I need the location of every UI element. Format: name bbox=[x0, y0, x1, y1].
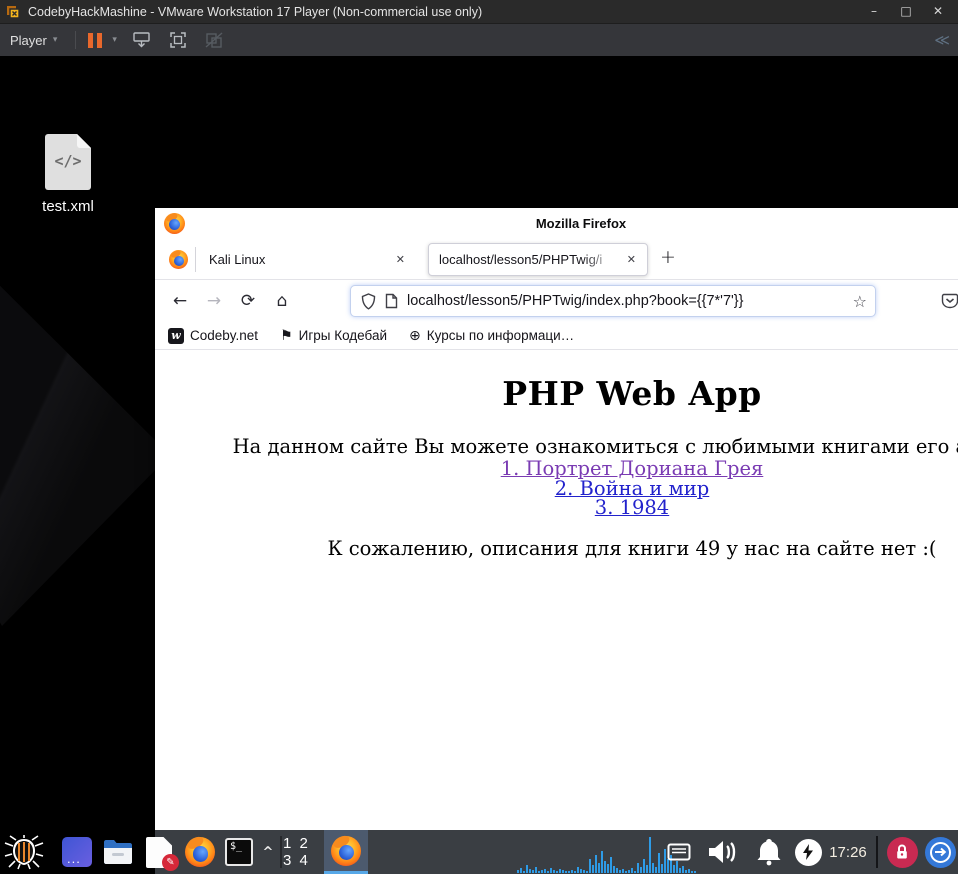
firefox-launcher-button[interactable] bbox=[181, 830, 219, 874]
desktop-file-test-xml[interactable]: </> test.xml bbox=[18, 134, 118, 215]
terminal-icon: $_ bbox=[225, 838, 253, 866]
file-manager-button[interactable] bbox=[99, 830, 137, 874]
bookmark-codeby-net[interactable]: w Codeby.net bbox=[168, 327, 258, 344]
tab-localhost-active[interactable]: localhost/lesson5/PHPTwig/i ✕ bbox=[428, 243, 648, 276]
workspace-switcher[interactable]: 1 2 3 4 bbox=[283, 830, 323, 874]
bookmark-star-icon[interactable]: ☆ bbox=[853, 292, 867, 311]
taskbar-firefox-window-button[interactable] bbox=[324, 830, 368, 874]
firefox-logo-icon bbox=[164, 213, 185, 234]
panel-divider bbox=[876, 836, 878, 868]
bookmark-kursy[interactable]: ⊕ Курсы по информаци… bbox=[409, 328, 574, 344]
pocket-save-icon[interactable] bbox=[941, 292, 958, 315]
globe-icon: ⊕ bbox=[409, 327, 421, 344]
maximize-button[interactable]: □ bbox=[890, 0, 922, 23]
text-editor-icon: ✎ bbox=[146, 836, 179, 871]
page-intro-text: На данном сайте Вы можете ознакомиться с… bbox=[232, 435, 958, 458]
notifications-tray-icon[interactable] bbox=[748, 830, 790, 874]
tab-kali-linux[interactable]: Kali Linux ✕ bbox=[196, 239, 420, 279]
firefox-window: Mozilla Firefox Kali Linux ✕ localhost/l… bbox=[155, 208, 958, 874]
home-button[interactable]: ⌂ bbox=[265, 291, 299, 311]
book-link-2[interactable]: 2. Война и мир bbox=[155, 478, 958, 499]
vmware-player-window: CodebyHackMashine - VMware Workstation 1… bbox=[0, 0, 958, 874]
url-bar[interactable]: localhost/lesson5/PHPTwig/index.php?book… bbox=[350, 285, 876, 317]
pause-icon bbox=[88, 32, 103, 48]
bell-icon bbox=[757, 839, 781, 866]
firefox-titlebar[interactable]: Mozilla Firefox bbox=[155, 208, 958, 239]
display-settings-tray-icon[interactable] bbox=[664, 830, 694, 874]
app-launcher-button[interactable]: ... bbox=[58, 830, 96, 874]
back-button[interactable]: ← bbox=[163, 291, 197, 311]
desktop-file-label: test.xml bbox=[42, 198, 94, 215]
page-error-message: К сожалению, описания для книги 49 у нас… bbox=[327, 536, 937, 560]
window-title: CodebyHackMashine - VMware Workstation 1… bbox=[28, 4, 483, 19]
bookmarks-toolbar: w Codeby.net ⚑ Игры Кодебай ⊕ Курсы по и… bbox=[155, 322, 958, 350]
kali-dragon-icon bbox=[4, 835, 44, 870]
chevron-down-icon: ▾ bbox=[52, 35, 58, 45]
vmware-toolbar: Player ▾ ▾ ≪ bbox=[0, 23, 958, 56]
volume-tray-icon[interactable] bbox=[700, 830, 746, 874]
new-tab-button[interactable]: + bbox=[660, 246, 676, 268]
chevron-up-icon: ^ bbox=[262, 844, 274, 860]
shield-permissions-icon[interactable] bbox=[361, 292, 376, 310]
logout-button[interactable] bbox=[922, 830, 958, 874]
firefox-pinned-icon bbox=[169, 250, 188, 269]
firefox-logo-icon bbox=[185, 837, 215, 867]
minimize-button[interactable]: – bbox=[858, 0, 890, 23]
text-editor-button[interactable]: ✎ bbox=[140, 830, 179, 874]
suspend-dropdown-caret[interactable]: ▾ bbox=[112, 35, 117, 45]
logout-arrow-icon bbox=[924, 836, 956, 868]
page-info-icon[interactable] bbox=[385, 293, 398, 309]
close-button[interactable]: ✕ bbox=[922, 0, 954, 23]
kali-taskbar: ... ✎ $_ ^ 1 2 3 4 17:26 bbox=[0, 830, 958, 874]
book-link-3[interactable]: 3. 1984 bbox=[155, 498, 958, 518]
panel-divider bbox=[280, 836, 282, 868]
forward-button[interactable]: → bbox=[197, 291, 231, 311]
pencil-badge-icon: ✎ bbox=[162, 853, 179, 871]
clock[interactable]: 17:26 bbox=[824, 830, 872, 874]
power-bolt-icon bbox=[794, 838, 822, 866]
lock-screen-button[interactable] bbox=[884, 830, 920, 874]
page-title: PHP Web App bbox=[502, 374, 762, 413]
fullscreen-button[interactable] bbox=[167, 30, 189, 50]
close-tab-icon[interactable]: ✕ bbox=[622, 250, 641, 269]
book-links-list: 1. Портрет Дориана Грея 2. Война и мир 3… bbox=[155, 459, 958, 518]
close-tab-icon[interactable]: ✕ bbox=[391, 250, 410, 269]
player-menu-button[interactable]: Player ▾ bbox=[0, 24, 67, 56]
firefox-logo-icon bbox=[331, 835, 361, 866]
suspend-vm-button[interactable] bbox=[84, 32, 106, 48]
unity-mode-button-disabled bbox=[203, 30, 225, 50]
vm-desktop: </> test.xml Mozilla Firefox Kali Linux … bbox=[0, 56, 958, 874]
reload-button[interactable]: ⟳ bbox=[231, 291, 265, 311]
panel-expand-button[interactable]: ^ bbox=[257, 830, 279, 874]
kali-menu-button[interactable] bbox=[0, 830, 48, 874]
firefox-window-title: Mozilla Firefox bbox=[535, 216, 627, 231]
firefox-nav-bar: ← → ⟳ ⌂ localhost/lesson5/PHPTwig/index.… bbox=[155, 280, 958, 322]
collapse-toolbar-button[interactable]: ≪ bbox=[934, 31, 950, 49]
wallpaper-shape bbox=[0, 246, 170, 626]
bookmark-igry-kodebay[interactable]: ⚑ Игры Кодебай bbox=[280, 328, 387, 344]
lock-icon bbox=[886, 836, 918, 868]
send-ctrl-alt-del-button[interactable] bbox=[131, 30, 153, 50]
vmware-logo-icon bbox=[7, 5, 20, 19]
vmware-titlebar: CodebyHackMashine - VMware Workstation 1… bbox=[0, 0, 958, 23]
url-input[interactable]: localhost/lesson5/PHPTwig/index.php?book… bbox=[407, 293, 853, 309]
power-manager-tray-icon[interactable] bbox=[791, 830, 825, 874]
app-launcher-icon: ... bbox=[62, 837, 92, 867]
toolbar-divider bbox=[75, 31, 77, 49]
speaker-icon bbox=[709, 841, 736, 863]
book-link-1[interactable]: 1. Портрет Дориана Грея bbox=[155, 459, 958, 479]
xml-file-icon: </> bbox=[45, 134, 91, 190]
terminal-launcher-button[interactable]: $_ bbox=[221, 830, 257, 874]
page-content: PHP Web App На данном сайте Вы можете оз… bbox=[155, 350, 958, 874]
folder-icon bbox=[104, 840, 132, 864]
firefox-tab-bar: Kali Linux ✕ localhost/lesson5/PHPTwig/i… bbox=[155, 239, 958, 280]
flag-icon: ⚑ bbox=[280, 327, 293, 344]
codeby-favicon: w bbox=[168, 327, 184, 344]
